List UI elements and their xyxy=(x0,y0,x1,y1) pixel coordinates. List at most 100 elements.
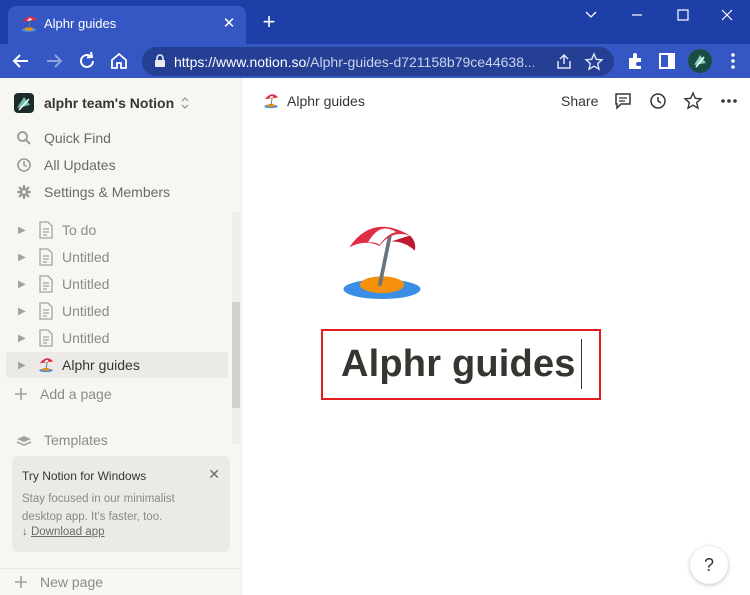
close-window-button[interactable] xyxy=(704,0,750,30)
new-page-button[interactable]: New page xyxy=(0,568,242,595)
add-page-label: Add a page xyxy=(40,386,112,402)
minimize-icon xyxy=(632,14,642,16)
sidebar-scrollbar-thumb[interactable] xyxy=(232,302,240,408)
history-clock-icon[interactable] xyxy=(648,91,668,111)
templates-label: Templates xyxy=(44,432,108,448)
help-button[interactable]: ? xyxy=(690,546,728,584)
add-page-button[interactable]: Add a page xyxy=(14,384,112,404)
page-title[interactable]: Alphr guides xyxy=(341,343,576,386)
gear-icon xyxy=(17,185,31,199)
page-label: Untitled xyxy=(62,276,110,292)
desktop-app-promo: Try Notion for Windows ✕ Stay focused in… xyxy=(12,456,230,552)
favorite-star-icon[interactable] xyxy=(683,91,703,111)
document-icon xyxy=(39,275,53,293)
breadcrumb[interactable]: Alphr guides xyxy=(263,93,365,109)
sidebar-page-alphr-guides[interactable]: ▶ Alphr guides xyxy=(6,352,228,378)
plus-icon xyxy=(15,576,27,588)
workspace-name: alphr team's Notion xyxy=(44,95,175,111)
plus-icon xyxy=(15,388,27,400)
page-topbar: Alphr guides Share xyxy=(243,78,750,124)
reload-icon[interactable] xyxy=(76,50,98,72)
beach-umbrella-icon xyxy=(21,16,37,32)
browser-toolbar: https://www.notion.so/Alphr-guides-d7211… xyxy=(0,44,750,78)
document-icon xyxy=(39,248,53,266)
url-path: /Alphr-guides-d721158b79ce44638... xyxy=(306,54,534,70)
document-icon xyxy=(39,302,53,320)
promo-title: Try Notion for Windows xyxy=(22,469,147,483)
tab-close-icon[interactable]: ✕ xyxy=(220,15,238,33)
chevron-down-icon xyxy=(585,11,597,18)
page-label: Untitled xyxy=(62,303,110,319)
minimize-button[interactable] xyxy=(614,0,660,30)
new-tab-button[interactable]: + xyxy=(258,11,280,34)
new-page-label: New page xyxy=(40,574,104,590)
page-icon-beach-umbrella[interactable] xyxy=(340,218,424,302)
document-icon xyxy=(39,329,53,347)
highlight-box: Alphr guides xyxy=(321,329,601,400)
bookmark-star-icon[interactable] xyxy=(584,52,604,72)
close-icon xyxy=(721,9,733,21)
all-updates-item[interactable]: All Updates xyxy=(16,154,116,176)
extensions-puzzle-icon[interactable] xyxy=(624,50,646,72)
forward-arrow-icon[interactable] xyxy=(43,50,65,72)
address-bar[interactable]: https://www.notion.so/Alphr-guides-d7211… xyxy=(142,47,614,76)
search-icon xyxy=(17,131,31,145)
page-label: To do xyxy=(62,222,97,238)
share-page-icon[interactable] xyxy=(554,52,574,72)
clock-icon xyxy=(17,158,31,172)
browser-tab[interactable]: Alphr guides ✕ xyxy=(8,6,246,44)
tab-title: Alphr guides xyxy=(44,16,117,31)
more-vertical-icon[interactable] xyxy=(722,50,744,72)
comment-icon[interactable] xyxy=(613,91,633,111)
browser-title-bar: Alphr guides ✕ + xyxy=(0,0,750,44)
sidebar-page-untitled[interactable]: ▶ Untitled xyxy=(6,325,228,351)
workspace-switcher[interactable]: alphr team's Notion xyxy=(14,92,190,114)
url-host: https://www.notion.so xyxy=(174,54,307,70)
avatar-icon xyxy=(688,49,712,73)
download-arrow-icon: ↓ xyxy=(22,526,31,538)
profile-avatar[interactable] xyxy=(688,49,712,73)
quick-find-label: Quick Find xyxy=(44,130,111,146)
expand-caret-icon[interactable]: ▶ xyxy=(18,252,32,263)
tab-search-button[interactable] xyxy=(568,0,614,30)
maximize-icon xyxy=(677,9,689,21)
beach-umbrella-icon xyxy=(264,94,279,109)
back-arrow-icon[interactable] xyxy=(10,50,32,72)
more-horizontal-icon[interactable] xyxy=(719,91,739,111)
settings-members-item[interactable]: Settings & Members xyxy=(16,181,170,203)
templates-item[interactable]: Templates xyxy=(16,430,108,450)
expand-caret-icon[interactable]: ▶ xyxy=(18,333,32,344)
sidebar-page-untitled[interactable]: ▶ Untitled xyxy=(6,244,228,270)
chevron-updown-icon xyxy=(181,97,189,109)
quick-find-item[interactable]: Quick Find xyxy=(16,127,111,149)
expand-caret-icon[interactable]: ▶ xyxy=(18,360,32,371)
page-label: Untitled xyxy=(62,330,110,346)
share-button[interactable]: Share xyxy=(561,93,598,109)
beach-umbrella-icon xyxy=(39,358,54,373)
sidebar-page-to-do[interactable]: ▶ To do xyxy=(6,217,228,243)
download-app-label: Download app xyxy=(30,526,105,538)
expand-caret-icon[interactable]: ▶ xyxy=(18,279,32,290)
sidebar-page-untitled[interactable]: ▶ Untitled xyxy=(6,271,228,297)
lock-icon[interactable] xyxy=(154,54,166,68)
sidebar: alphr team's Notion Quick Find All Updat… xyxy=(0,78,242,595)
page-label: Alphr guides xyxy=(62,357,140,373)
document-icon xyxy=(39,221,53,239)
home-icon[interactable] xyxy=(108,50,130,72)
text-cursor xyxy=(581,339,582,389)
breadcrumb-label: Alphr guides xyxy=(287,93,365,109)
url-text[interactable]: https://www.notion.so/Alphr-guides-d7211… xyxy=(174,54,534,70)
templates-icon xyxy=(16,436,32,446)
download-app-link[interactable]: ↓ Download app xyxy=(22,526,104,538)
maximize-button[interactable] xyxy=(660,0,706,30)
workspace-icon xyxy=(14,93,34,113)
promo-close-icon[interactable]: ✕ xyxy=(208,466,220,483)
sidebar-page-untitled[interactable]: ▶ Untitled xyxy=(6,298,228,324)
expand-caret-icon[interactable]: ▶ xyxy=(18,225,32,236)
side-panel-icon[interactable] xyxy=(656,50,678,72)
promo-text: Stay focused in our minimalist desktop a… xyxy=(22,493,175,523)
settings-members-label: Settings & Members xyxy=(44,184,171,200)
all-updates-label: All Updates xyxy=(44,157,116,173)
expand-caret-icon[interactable]: ▶ xyxy=(18,306,32,317)
page-label: Untitled xyxy=(62,249,110,265)
